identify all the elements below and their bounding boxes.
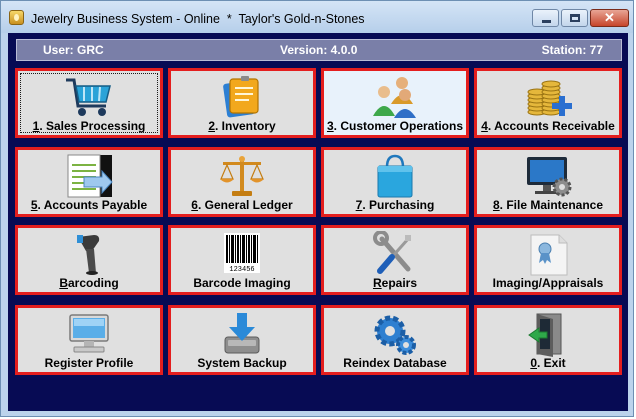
sales-processing-label: 1. Sales Processing: [32, 119, 146, 133]
minimize-button[interactable]: [532, 9, 559, 27]
accounts-receivable-label: 4. Accounts Receivable: [481, 119, 615, 133]
file-maintenance-button[interactable]: 8. File Maintenance: [474, 147, 622, 217]
shopping-cart-icon: [64, 74, 114, 120]
system-backup-button[interactable]: System Backup: [168, 305, 316, 375]
window-title: Jewelry Business System - Online * Taylo…: [31, 12, 365, 26]
barcode-scanner-icon: [64, 231, 114, 277]
maximize-icon: [570, 14, 580, 22]
database-gear-icon: [370, 311, 420, 357]
register-profile-label: Register Profile: [44, 356, 134, 370]
customer-operations-label: 3. Customer Operations: [326, 119, 464, 133]
barcode-number: 123456: [229, 266, 254, 274]
file-maintenance-label: 8. File Maintenance: [492, 198, 604, 212]
station-label: Station: 77: [541, 43, 603, 57]
register-profile-button[interactable]: Register Profile: [15, 305, 163, 375]
inventory-box-icon: [217, 74, 267, 120]
barcoding-label: Barcoding: [59, 276, 119, 290]
title-bar[interactable]: Jewelry Business System - Online * Taylo…: [1, 1, 633, 33]
invoice-icon: [64, 153, 114, 199]
shopping-bag-icon: [370, 153, 420, 199]
customers-icon: [370, 74, 420, 120]
repairs-button[interactable]: Repairs: [321, 225, 469, 295]
purchasing-label: 7. Purchasing: [355, 198, 435, 212]
maximize-button[interactable]: [561, 9, 588, 27]
system-backup-label: System Backup: [197, 356, 287, 370]
reindex-database-label: Reindex Database: [343, 356, 447, 370]
barcode-icon: 123456: [217, 231, 267, 277]
barcode-imaging-label: Barcode Imaging: [193, 276, 291, 290]
accounts-payable-button[interactable]: 5. Accounts Payable: [15, 147, 163, 217]
reindex-database-button[interactable]: Reindex Database: [321, 305, 469, 375]
certificate-icon: [523, 231, 573, 277]
accounts-receivable-button[interactable]: 4. Accounts Receivable: [474, 68, 622, 138]
exit-button[interactable]: 0. Exit: [474, 305, 622, 375]
repairs-label: Repairs: [372, 276, 418, 290]
status-bar: User: GRC Version: 4.0.0 Station: 77: [16, 39, 622, 61]
imaging-appraisals-button[interactable]: Imaging/Appraisals: [474, 225, 622, 295]
coins-plus-icon: [523, 74, 573, 120]
app-window: Jewelry Business System - Online * Taylo…: [0, 0, 634, 417]
general-ledger-label: 6. General Ledger: [191, 198, 293, 212]
close-button[interactable]: ✕: [590, 9, 629, 27]
version-label: Version: 4.0.0: [280, 43, 358, 57]
monitor-gear-icon: [523, 153, 573, 199]
register-monitor-icon: [64, 311, 114, 357]
backup-drive-icon: [217, 311, 267, 357]
exit-label: 0. Exit: [530, 356, 566, 370]
tools-icon: [370, 230, 420, 277]
general-ledger-button[interactable]: 6. General Ledger: [168, 147, 316, 217]
purchasing-button[interactable]: 7. Purchasing: [321, 147, 469, 217]
imaging-appraisals-label: Imaging/Appraisals: [492, 276, 604, 290]
barcoding-button[interactable]: Barcoding: [15, 225, 163, 295]
customer-operations-button[interactable]: 3. Customer Operations: [321, 68, 469, 138]
accounts-payable-label: 5. Accounts Payable: [30, 198, 148, 212]
close-icon: ✕: [604, 10, 615, 25]
sales-processing-button[interactable]: 1. Sales Processing: [15, 68, 163, 138]
scales-icon: [217, 153, 267, 199]
inventory-label: 2. Inventory: [208, 119, 276, 133]
user-label: User: GRC: [43, 43, 104, 57]
main-panel: User: GRC Version: 4.0.0 Station: 77 1. …: [8, 33, 628, 411]
inventory-button[interactable]: 2. Inventory: [168, 68, 316, 138]
minimize-icon: [542, 20, 551, 23]
barcode-imaging-button[interactable]: 123456 Barcode Imaging: [168, 225, 316, 295]
app-logo-icon[interactable]: [9, 10, 24, 25]
exit-door-icon: [523, 311, 573, 357]
